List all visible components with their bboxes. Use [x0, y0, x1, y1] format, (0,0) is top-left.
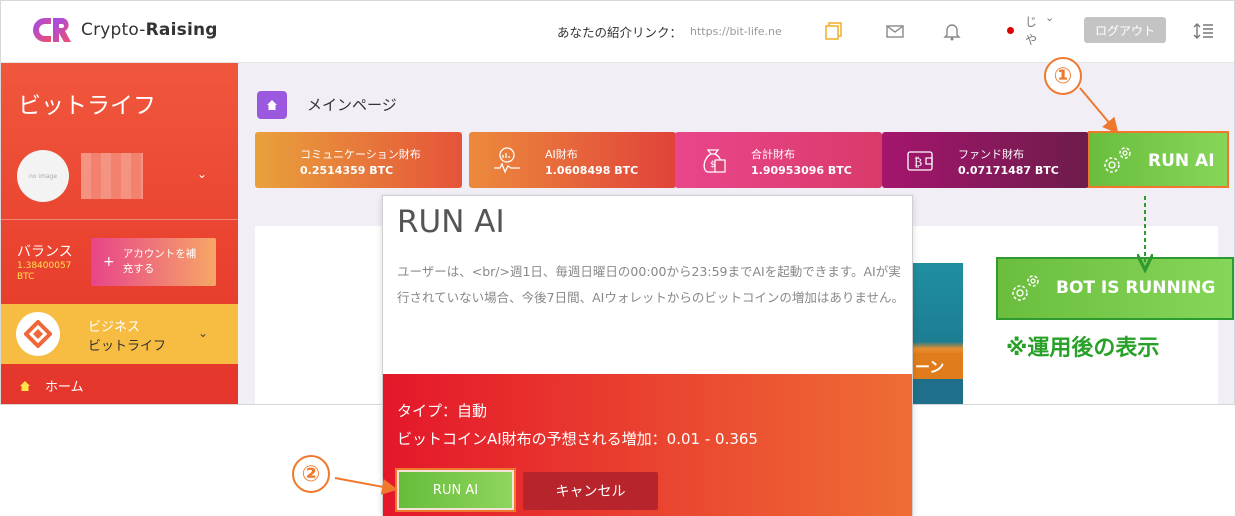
wallet-name: ファンド財布: [958, 148, 1024, 161]
svg-text:₿: ₿: [914, 155, 922, 169]
balance-value: 1.38400057 BTC: [17, 261, 72, 282]
wallet-card-communication[interactable]: コミュニケーション財布 0.2514359 BTC: [255, 132, 462, 188]
japan-flag-icon: [1007, 27, 1014, 34]
step-badge-1: ①: [1044, 57, 1082, 95]
wallet-value: 1.90953096 BTC: [751, 164, 852, 177]
promo-banner-text: ーン: [913, 353, 963, 379]
brand-logo[interactable]: Crypto-Raising: [31, 15, 218, 45]
balance-label: バランス: [17, 244, 73, 260]
top-up-account-button[interactable]: + アカウントを補充する: [91, 238, 216, 286]
chevron-down-icon: ⌄: [198, 326, 209, 340]
referral-url[interactable]: https://bit-life.ne: [690, 25, 794, 38]
user-name-blurred: [81, 153, 143, 199]
after-run-note: ※運用後の表示: [1006, 336, 1160, 361]
modal-description: ユーザーは、<br/>週1日、毎週日曜日の00:00から23:59までAIを起動…: [397, 264, 904, 305]
sort-menu-icon[interactable]: [1193, 21, 1215, 41]
top-header: Crypto-Raising あなたの紹介リンク： https://bit-li…: [1, 1, 1234, 63]
language-label-2: や: [1025, 33, 1038, 47]
brand-name: Crypto-Raising: [81, 20, 218, 40]
gears-icon: [1012, 275, 1039, 301]
wallet-card-total[interactable]: $ 合計財布 1.90953096 BTC: [675, 132, 882, 188]
wallet-value: 1.0608498 BTC: [545, 164, 639, 177]
gears-icon: [1104, 147, 1131, 173]
bitlife-logo-icon: [16, 312, 60, 356]
home-icon[interactable]: [257, 91, 287, 119]
sidebar: ビットライフ no image ⌄ バランス 1.38400057 BTC + …: [1, 63, 238, 404]
modal-title: RUN AI: [397, 204, 505, 240]
sidebar-item-home[interactable]: ホーム: [19, 376, 84, 395]
ai-chart-icon: [494, 147, 520, 174]
run-ai-modal: RUN AI ユーザーは、<br/>週1日、毎週日曜日の00:00から23:59…: [382, 195, 913, 516]
wallet-name: 合計財布: [751, 148, 795, 161]
language-label: じ: [1025, 15, 1038, 29]
bitcoin-wallet-icon: ₿: [907, 151, 933, 171]
sidebar-item-label: ホーム: [45, 380, 84, 395]
wallet-value: 0.2514359 BTC: [300, 164, 394, 177]
top-up-label: アカウントを補充する: [122, 248, 197, 275]
modal-cancel-button[interactable]: キャンセル: [523, 472, 658, 510]
run-ai-button[interactable]: RUN AI: [1088, 131, 1229, 188]
home-icon: [20, 380, 30, 391]
modal-footer: タイプ：自動 ビットコインAI財布の予想される増加：0.01 - 0.365 R…: [383, 374, 912, 516]
divider: [1, 219, 238, 220]
business-label: ビジネス: [88, 320, 141, 335]
modal-type-line: タイプ：自動: [397, 402, 488, 420]
referral-link: あなたの紹介リンク： https://bit-life.ne: [557, 22, 794, 41]
crypto-raising-logo-icon: [33, 18, 71, 42]
plus-icon: +: [103, 253, 115, 270]
language-selector[interactable]: じ や ⌄: [1005, 11, 1059, 49]
bot-running-label: BOT IS RUNNING: [1056, 278, 1216, 298]
bell-icon[interactable]: [942, 21, 962, 41]
business-name: ビットライフ: [88, 339, 167, 354]
sidebar-title: ビットライフ: [18, 93, 156, 119]
wallet-card-ai[interactable]: AI財布 1.0608498 BTC: [469, 132, 676, 188]
chevron-down-icon: ⌄: [1045, 11, 1055, 24]
mail-icon[interactable]: [885, 21, 905, 41]
page-title: メインページ: [307, 96, 397, 114]
wallet-value: 0.07171487 BTC: [958, 164, 1059, 177]
chevron-down-icon[interactable]: ⌄: [197, 167, 207, 181]
screenshot-root: Crypto-Raising あなたの紹介リンク： https://bit-li…: [0, 0, 1235, 516]
run-ai-label: RUN AI: [1148, 151, 1215, 171]
copy-icon[interactable]: [824, 21, 844, 41]
avatar[interactable]: no image: [17, 150, 69, 202]
bot-running-indicator: BOT IS RUNNING: [996, 257, 1234, 320]
step-badge-2: ②: [292, 455, 330, 493]
money-bag-icon: $: [703, 149, 726, 173]
logout-button[interactable]: ログアウト: [1084, 17, 1166, 43]
business-selector[interactable]: ビジネス ビットライフ ⌄: [1, 304, 238, 364]
wallet-name: コミュニケーション財布: [300, 148, 421, 161]
wallet-name: AI財布: [545, 148, 578, 161]
promo-banner[interactable]: [913, 263, 963, 404]
modal-expected-line: ビットコインAI財布の予想される増加：0.01 - 0.365: [397, 430, 758, 448]
referral-label: あなたの紹介リンク：: [557, 25, 683, 40]
wallet-card-fund[interactable]: ₿ ファンド財布 0.07171487 BTC: [882, 132, 1089, 188]
modal-run-ai-button[interactable]: RUN AI: [395, 468, 516, 512]
